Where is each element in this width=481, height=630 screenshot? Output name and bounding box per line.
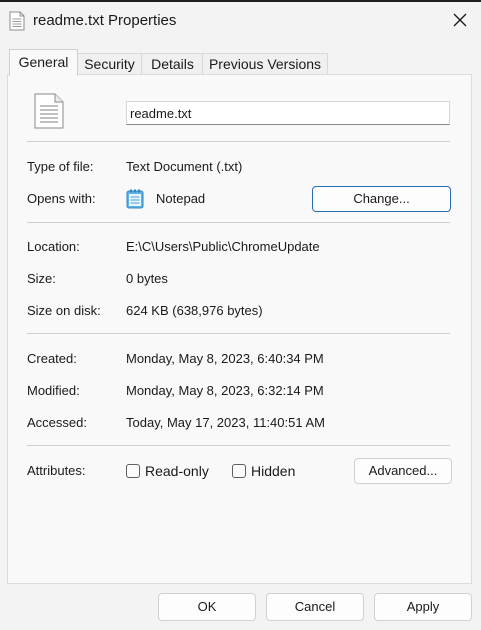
- tab-general[interactable]: General: [9, 49, 78, 76]
- title-bar: readme.txt Properties: [0, 0, 481, 42]
- advanced-button[interactable]: Advanced...: [354, 458, 452, 484]
- accessed-label: Accessed:: [27, 415, 87, 430]
- close-button[interactable]: [446, 8, 474, 34]
- location-value: E:\C\Users\Public\ChromeUpdate: [126, 239, 320, 254]
- close-icon: [453, 13, 467, 27]
- accessed-value: Today, May 17, 2023, 11:40:51 AM: [126, 415, 325, 430]
- tab-details[interactable]: Details: [141, 53, 204, 75]
- cancel-button[interactable]: Cancel: [266, 593, 364, 621]
- modified-label: Modified:: [27, 383, 80, 398]
- notepad-icon: [126, 189, 144, 209]
- apply-button[interactable]: Apply: [374, 593, 472, 621]
- size-on-disk-value: 624 KB (638,976 bytes): [126, 303, 263, 318]
- text-file-icon: [9, 11, 25, 31]
- window-title: readme.txt Properties: [33, 12, 177, 29]
- text-document-icon: [34, 93, 64, 129]
- type-of-file-label: Type of file:: [27, 159, 94, 174]
- size-label: Size:: [27, 271, 56, 286]
- created-value: Monday, May 8, 2023, 6:40:34 PM: [126, 351, 324, 366]
- general-tab-panel: Type of file: Text Document (.txt) Opens…: [7, 74, 472, 584]
- divider: [27, 141, 450, 142]
- change-button[interactable]: Change...: [312, 186, 451, 212]
- window-top-border: [0, 0, 481, 2]
- divider: [27, 445, 450, 446]
- size-on-disk-label: Size on disk:: [27, 303, 101, 318]
- opens-with-label: Opens with:: [27, 191, 96, 206]
- type-of-file-value: Text Document (.txt): [126, 159, 243, 174]
- modified-value: Monday, May 8, 2023, 6:32:14 PM: [126, 383, 324, 398]
- created-label: Created:: [27, 351, 77, 366]
- divider: [27, 333, 450, 334]
- attributes-label: Attributes:: [27, 463, 86, 478]
- hidden-label[interactable]: Hidden: [251, 463, 295, 479]
- read-only-label[interactable]: Read-only: [145, 463, 209, 479]
- tab-security[interactable]: Security: [76, 53, 143, 75]
- file-name-input[interactable]: [126, 101, 450, 125]
- location-label: Location:: [27, 239, 80, 254]
- tab-previous-versions[interactable]: Previous Versions: [202, 53, 328, 75]
- divider: [27, 222, 450, 223]
- hidden-checkbox[interactable]: [232, 464, 246, 478]
- size-value: 0 bytes: [126, 271, 168, 286]
- read-only-checkbox[interactable]: [126, 464, 140, 478]
- ok-button[interactable]: OK: [158, 593, 256, 621]
- opens-with-app: Notepad: [156, 191, 206, 206]
